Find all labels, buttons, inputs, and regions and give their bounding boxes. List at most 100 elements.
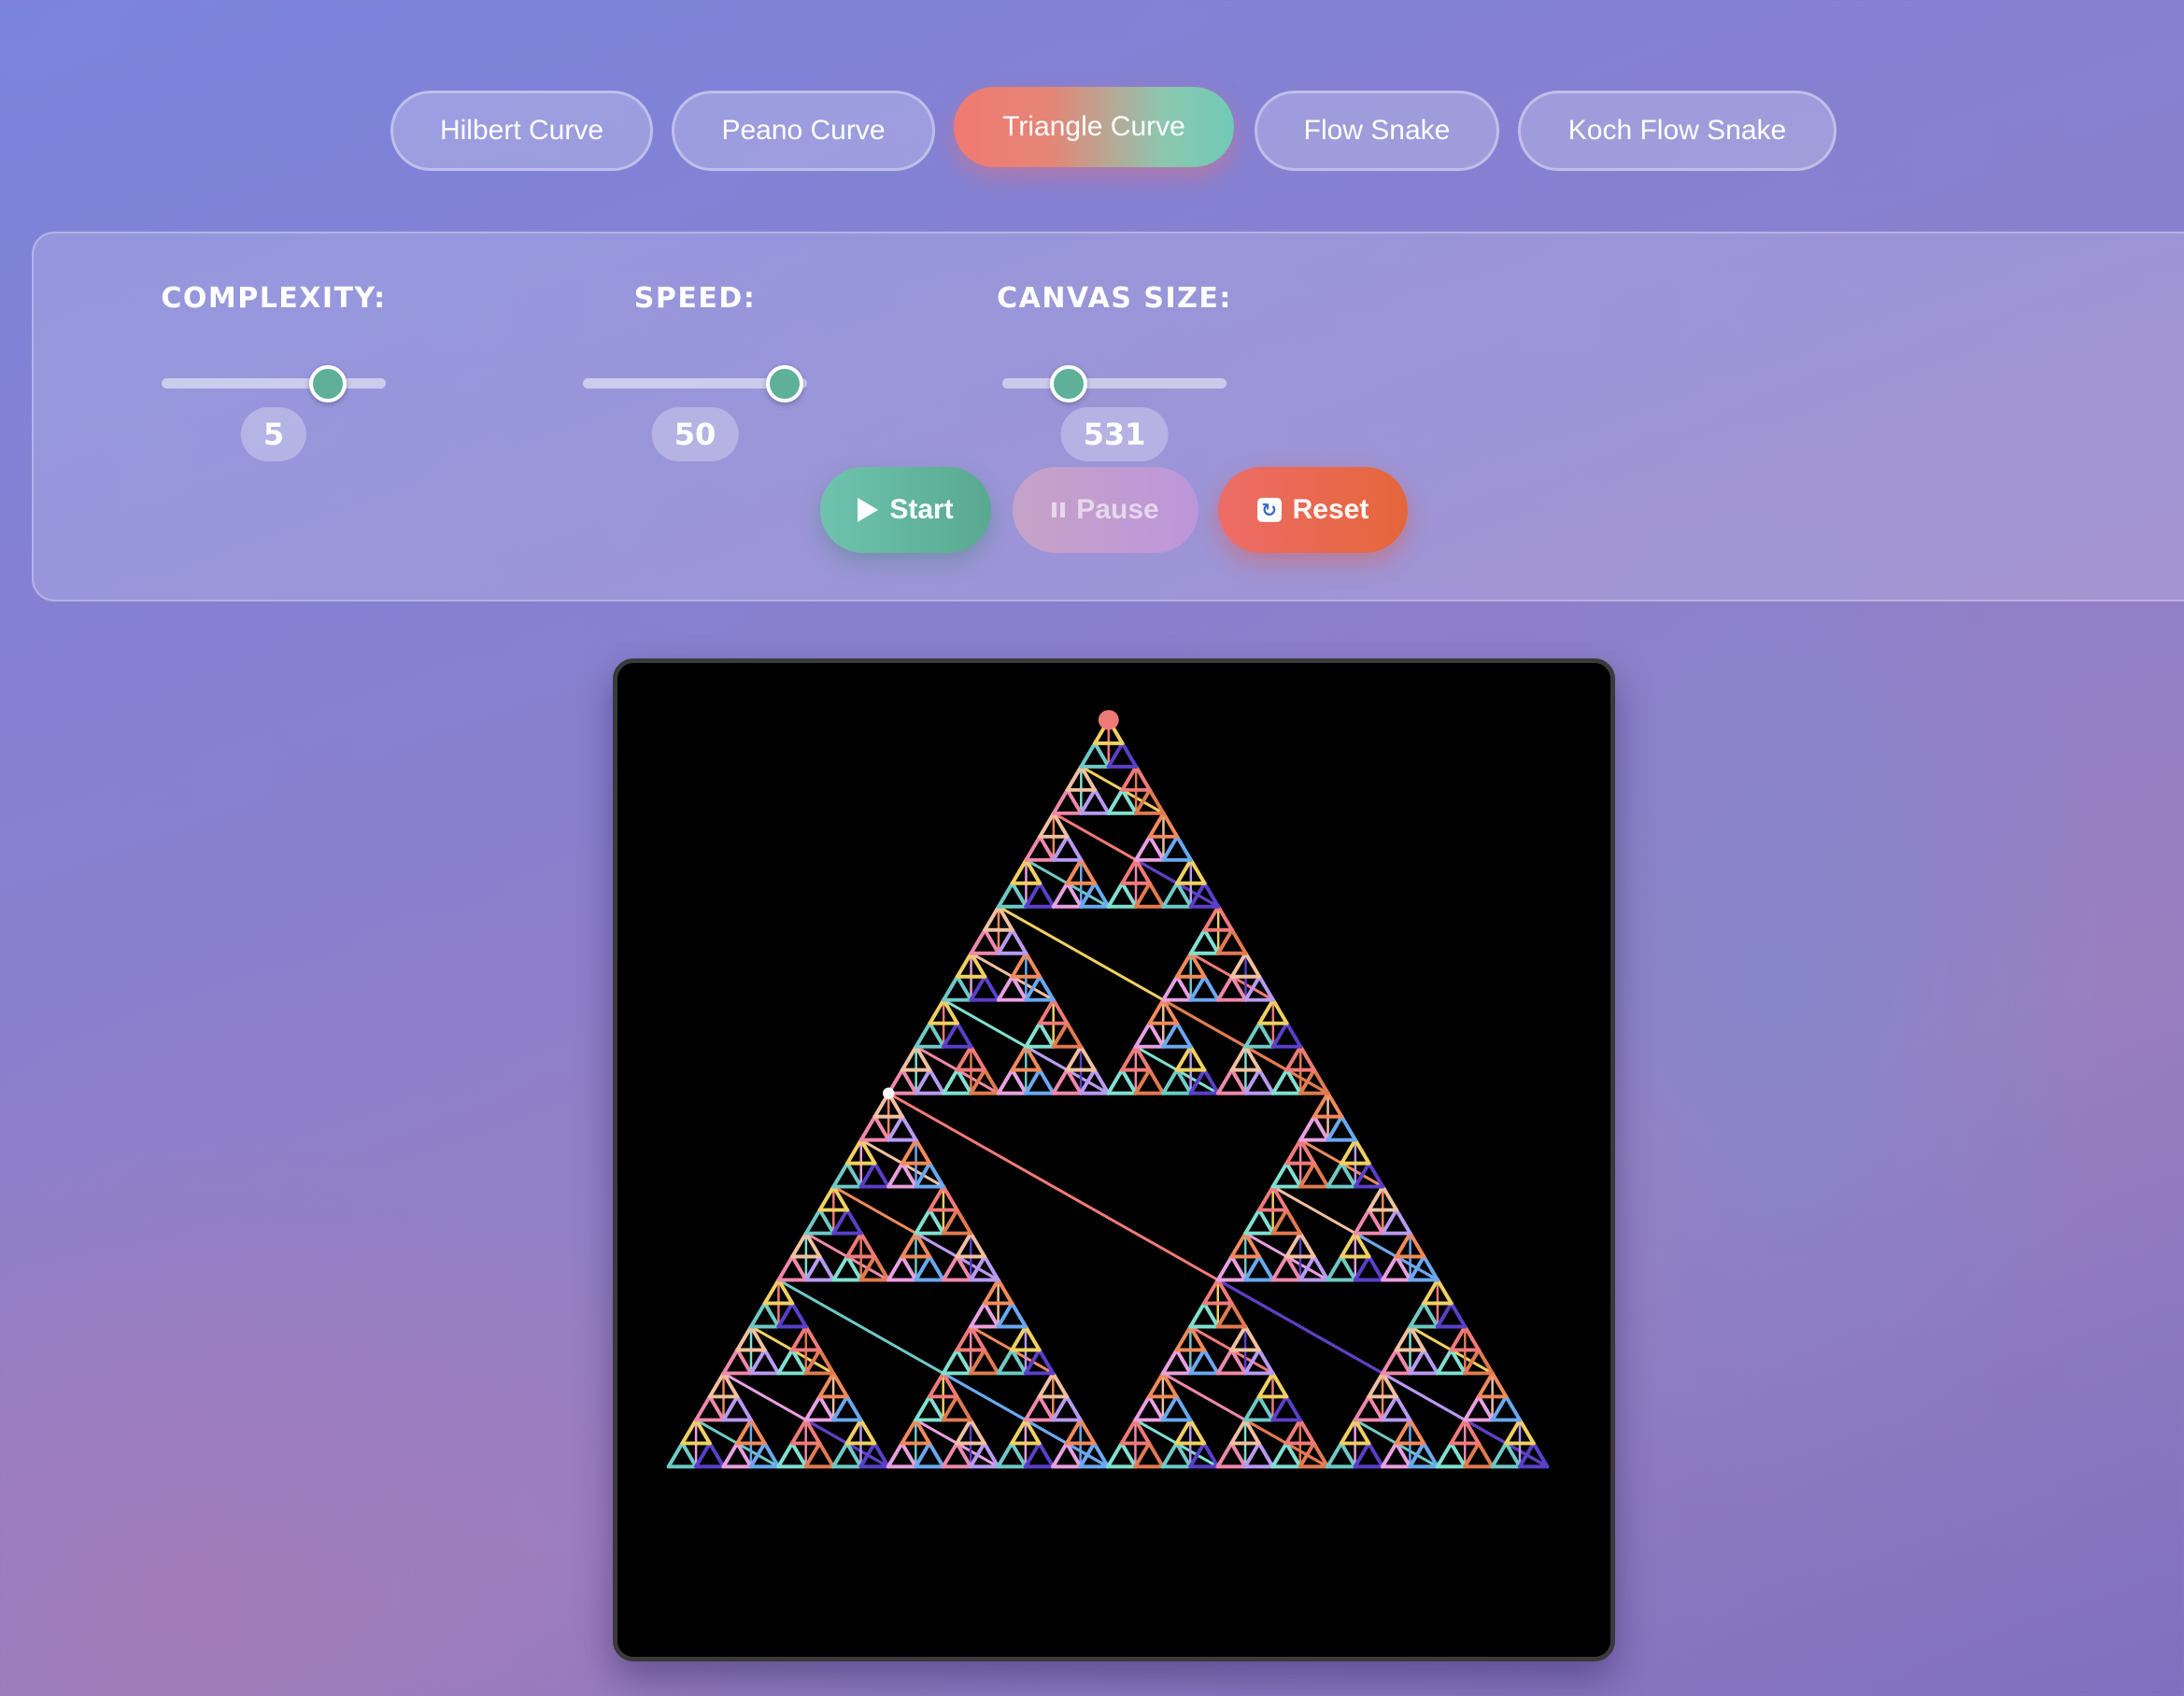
curve-segment [803, 1348, 822, 1376]
curve-segment [1065, 834, 1084, 862]
curve-segment [817, 1254, 836, 1282]
curve-segment [817, 1371, 836, 1399]
curve-start-dot [1098, 710, 1119, 730]
curve-segment [748, 1441, 767, 1469]
curve-segment [776, 1441, 795, 1469]
speed-slider-thumb[interactable] [766, 365, 803, 403]
tab-hilbert-curve[interactable]: Hilbert Curve [390, 91, 653, 171]
curve-segment [858, 1418, 877, 1446]
curve-segment [983, 974, 1000, 1002]
curve-segment [1353, 1161, 1371, 1189]
curve-segment [1381, 1254, 1398, 1282]
complexity-slider-thumb[interactable] [309, 365, 347, 403]
curve-segment [831, 1441, 849, 1469]
triangle-curve-drawing [666, 710, 1550, 1469]
curve-segment [1037, 1394, 1056, 1422]
curve-segment [886, 1114, 904, 1142]
curve-segment [1435, 1348, 1454, 1376]
curve-segment [1243, 1348, 1261, 1376]
curve-segment [1284, 1138, 1303, 1166]
curve-segment [1353, 1254, 1371, 1282]
canvas-size-value: 531 [1060, 407, 1169, 461]
curve-segment [996, 1301, 1014, 1329]
curve-segment [900, 1441, 918, 1469]
curve-segment [844, 1394, 863, 1422]
curve-segment [1093, 787, 1111, 815]
curve-segment [803, 1441, 822, 1469]
curve-segment [1270, 1161, 1289, 1189]
curve-segment [1243, 1208, 1261, 1236]
curve-segment [721, 1394, 740, 1422]
curve-segment [1106, 787, 1125, 815]
complexity-slider-track[interactable] [162, 378, 386, 389]
curve-segment [872, 1114, 891, 1142]
complexity-control: COMPLEXITY: 5 [161, 282, 386, 461]
curve-segment [1408, 1254, 1426, 1282]
curve-segment [1133, 1441, 1152, 1469]
curve-segment [1435, 1301, 1454, 1329]
curve-segment [1449, 1418, 1468, 1446]
curve-segment [1147, 1021, 1166, 1049]
tab-flow-snake[interactable]: Flow Snake [1255, 91, 1499, 171]
curve-canvas[interactable] [613, 658, 1615, 1661]
curve-segment [1229, 1324, 1248, 1352]
curve-segment [817, 1441, 836, 1469]
curve-segment [996, 1278, 1014, 1306]
curve-segment [694, 1441, 712, 1469]
curve-segment [941, 1394, 959, 1422]
canvas-size-slider-track[interactable] [1002, 378, 1227, 389]
curve-segment [982, 1278, 1000, 1306]
curve-segment [721, 1441, 740, 1469]
curve-segment [845, 1138, 863, 1166]
tab-peano-curve[interactable]: Peano Curve [672, 91, 935, 171]
start-button[interactable]: Start [820, 467, 991, 553]
curve-segment [928, 1021, 946, 1049]
curve-segment [1476, 1441, 1495, 1469]
curve-segment [790, 1231, 808, 1259]
speed-label: SPEED: [633, 282, 757, 315]
curve-segment [928, 1184, 945, 1212]
pause-button-label: Pause [1076, 494, 1159, 525]
curve-segment [1024, 834, 1042, 862]
curve-segment [1024, 1021, 1042, 1049]
curve-segment [969, 1301, 986, 1329]
curve-segment [900, 1231, 918, 1259]
curve-segment [1038, 811, 1056, 839]
curve-segment [1051, 1021, 1070, 1049]
curve-segment [927, 1394, 945, 1422]
curve-segment [969, 927, 987, 955]
curve-segment [1024, 974, 1042, 1002]
curve-segment [776, 1301, 795, 1329]
curve-segment [955, 1208, 973, 1236]
curve-segment [858, 1161, 877, 1189]
curve-segment [1010, 857, 1028, 885]
curve-segment [1064, 1394, 1083, 1422]
curve-segment [1216, 974, 1234, 1002]
curve-segment [776, 1348, 795, 1376]
curve-segment [886, 1161, 904, 1189]
reset-button[interactable]: ↻ Reset [1218, 467, 1408, 553]
curve-segment [680, 1441, 699, 1469]
curve-segment [1381, 1348, 1398, 1376]
curve-segment [1160, 1441, 1179, 1469]
curve-segment [1381, 1208, 1398, 1236]
curve-segment [1463, 1441, 1481, 1469]
pause-button[interactable]: Pause [1013, 467, 1198, 553]
curve-segment [1243, 1324, 1261, 1352]
curve-segment [1229, 1254, 1248, 1282]
curve-segment [1216, 904, 1234, 932]
curve-segment [1394, 1231, 1412, 1259]
complexity-value: 5 [240, 407, 307, 461]
curve-segment [1174, 951, 1193, 979]
tab-triangle-curve[interactable]: Triangle Curve [954, 87, 1234, 167]
tab-koch-flow-snake[interactable]: Koch Flow Snake [1518, 91, 1837, 171]
curve-segment [817, 1394, 836, 1422]
curve-segment [1010, 1301, 1028, 1329]
curve-segment [1298, 1418, 1316, 1446]
curve-segment [1298, 1161, 1316, 1189]
curve-segment [1215, 1067, 1234, 1095]
curve-segment [1257, 1021, 1275, 1049]
curve-segment [1160, 1348, 1179, 1376]
canvas-size-slider-thumb[interactable] [1050, 365, 1087, 403]
curve-segment [1256, 1371, 1275, 1399]
